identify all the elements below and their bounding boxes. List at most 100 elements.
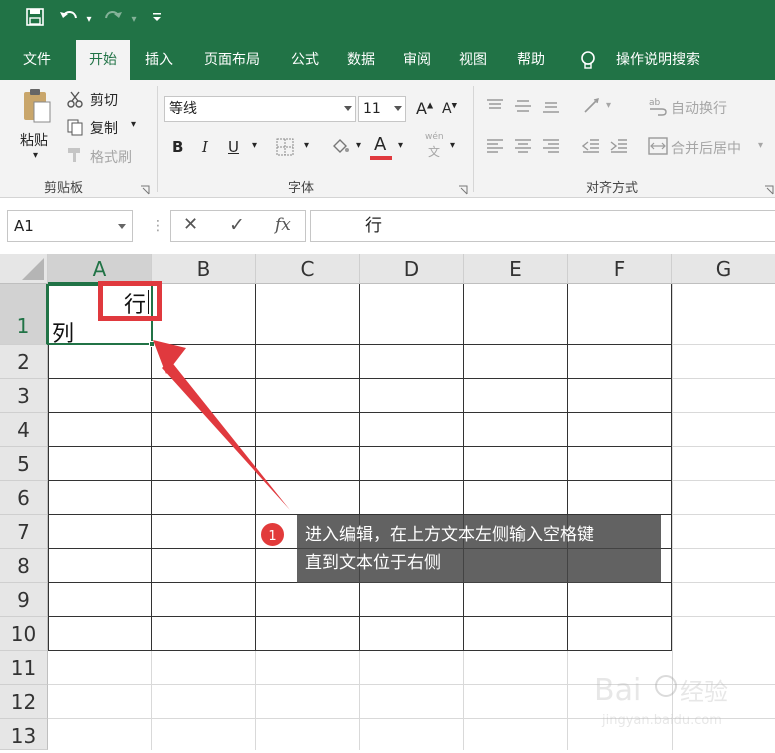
row-header-11[interactable]: 11 [0, 651, 48, 685]
phonetic-button[interactable]: 文 [428, 143, 440, 160]
column-header-d[interactable]: D [360, 254, 464, 284]
column-header-e[interactable]: E [464, 254, 568, 284]
font-color-dropdown-icon[interactable]: ▾ [398, 140, 403, 151]
customize-icon[interactable] [150, 8, 164, 32]
column-header-b[interactable]: B [152, 254, 256, 284]
name-box[interactable]: A1 [7, 210, 133, 242]
format-painter-button[interactable]: 格式刷 [90, 147, 132, 167]
decrease-indent-icon[interactable] [581, 138, 600, 158]
column-header-g[interactable]: G [672, 254, 775, 284]
font-color-swatch [370, 156, 392, 160]
undo-dropdown-icon[interactable]: ▾ [83, 8, 95, 32]
scissors-icon [66, 90, 84, 112]
alignment-launcher-icon[interactable] [764, 180, 774, 195]
fill-color-dropdown-icon[interactable]: ▾ [356, 140, 361, 151]
orientation-icon[interactable] [582, 96, 604, 120]
align-center-icon[interactable] [514, 138, 532, 158]
tab-view[interactable]: 视图 [450, 40, 496, 80]
increase-font-icon[interactable]: A▲ [416, 99, 433, 118]
wrap-text-button[interactable]: 自动换行 [671, 98, 727, 118]
column-header-c[interactable]: C [256, 254, 360, 284]
italic-button[interactable]: I [202, 138, 208, 156]
grid-line [48, 480, 672, 481]
align-middle-icon[interactable] [514, 98, 532, 118]
orientation-dropdown-icon[interactable]: ▾ [606, 100, 611, 111]
phonetic-dropdown-icon[interactable]: ▾ [450, 140, 455, 151]
grid-line [567, 284, 568, 651]
paste-icon[interactable] [22, 88, 52, 128]
merge-dropdown-icon[interactable]: ▾ [758, 140, 763, 151]
cut-button[interactable]: 剪切 [90, 90, 118, 110]
row-header-6[interactable]: 6 [0, 481, 48, 515]
align-top-icon[interactable] [486, 98, 504, 118]
align-right-icon[interactable] [542, 138, 560, 158]
formula-buttons: ✕ ✓ fx [170, 210, 306, 242]
copy-button[interactable]: 复制 [90, 118, 118, 138]
tell-me-search[interactable]: 操作说明搜索 [606, 40, 710, 80]
redo-icon[interactable] [102, 8, 124, 32]
formula-bar-grip-icon[interactable]: ⋮ [151, 218, 165, 234]
save-icon[interactable] [24, 8, 46, 32]
undo-icon[interactable] [58, 8, 80, 32]
insert-function-button[interactable]: fx [275, 215, 291, 235]
align-left-icon[interactable] [486, 138, 504, 158]
row-header-9[interactable]: 9 [0, 583, 48, 617]
font-size-value: 11 [363, 101, 381, 117]
copy-dropdown-icon[interactable]: ▾ [131, 119, 136, 130]
align-bottom-icon[interactable] [542, 98, 560, 118]
row-header-13[interactable]: 13 [0, 719, 48, 750]
column-header-f[interactable]: F [568, 254, 672, 284]
tab-data[interactable]: 数据 [338, 40, 384, 80]
font-color-button[interactable]: A [374, 134, 386, 155]
decrease-font-icon[interactable]: A▼ [442, 101, 457, 117]
border-icon[interactable] [276, 138, 294, 160]
row-header-8[interactable]: 8 [0, 549, 48, 583]
underline-button[interactable]: U [228, 138, 239, 156]
tab-insert[interactable]: 插入 [136, 40, 182, 80]
select-all-corner[interactable] [0, 254, 48, 284]
grid-line [672, 582, 775, 583]
increase-indent-icon[interactable] [610, 138, 628, 158]
formula-input[interactable]: 行 [310, 210, 775, 242]
row-header-1[interactable]: 1 [0, 284, 48, 345]
bold-button[interactable]: B [172, 138, 183, 156]
tab-file[interactable]: 文件 [14, 40, 60, 80]
title-bar: ▾ ▾ [0, 0, 775, 40]
border-dropdown-icon[interactable]: ▾ [304, 140, 309, 151]
confirm-entry-button[interactable]: ✓ [229, 214, 245, 236]
cancel-entry-button[interactable]: ✕ [183, 214, 198, 235]
cell-a1-text-bottom: 列 [52, 322, 75, 347]
clipboard-launcher-icon[interactable] [140, 180, 150, 195]
format-painter-icon [66, 146, 84, 168]
underline-dropdown-icon[interactable]: ▾ [252, 140, 257, 151]
row-header-10[interactable]: 10 [0, 617, 48, 651]
grid-line [48, 412, 672, 413]
fill-color-icon[interactable] [330, 136, 350, 160]
paste-button[interactable]: 粘贴 [20, 130, 48, 150]
row-header-12[interactable]: 12 [0, 685, 48, 719]
row-header-2[interactable]: 2 [0, 345, 48, 379]
column-header-a[interactable]: A [48, 254, 152, 284]
row-header-5[interactable]: 5 [0, 447, 48, 481]
tab-formulas[interactable]: 公式 [282, 40, 328, 80]
row-header-3[interactable]: 3 [0, 379, 48, 413]
font-size-combo[interactable]: 11 [358, 96, 406, 122]
font-launcher-icon[interactable] [458, 180, 468, 195]
tab-home[interactable]: 开始 [76, 40, 130, 80]
chevron-down-icon [394, 106, 402, 111]
merge-center-button[interactable]: 合并后居中 [671, 138, 741, 158]
svg-text:jingyan.baidu.com: jingyan.baidu.com [601, 713, 722, 728]
highlight-box [98, 281, 162, 321]
tab-page-layout[interactable]: 页面布局 [196, 40, 268, 80]
tab-help[interactable]: 帮助 [508, 40, 554, 80]
paste-dropdown-icon[interactable]: ▾ [33, 150, 38, 161]
row-header-4[interactable]: 4 [0, 413, 48, 447]
svg-text:经验: 经验 [680, 678, 728, 706]
grid-line [567, 651, 568, 750]
font-name-combo[interactable]: 等线 [164, 96, 356, 122]
grid-line [672, 446, 775, 447]
row-header-7[interactable]: 7 [0, 515, 48, 549]
tab-review[interactable]: 审阅 [394, 40, 440, 80]
redo-dropdown-icon[interactable]: ▾ [128, 8, 140, 32]
phonetic-top: wén [425, 132, 444, 142]
